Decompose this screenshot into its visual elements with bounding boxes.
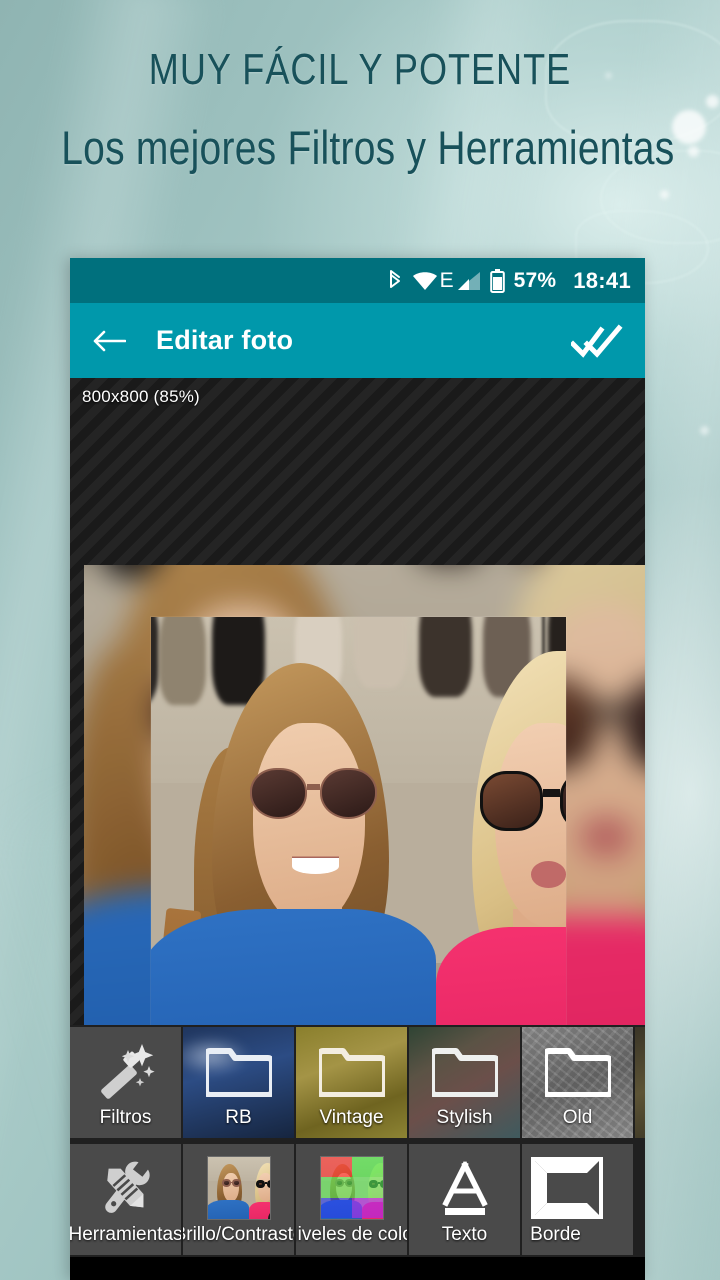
border-frame-icon [522,1152,633,1223]
filter-item-label: Stylish [436,1107,493,1128]
tool-item-herramientas[interactable]: Herramientas [70,1144,181,1255]
double-check-icon[interactable] [571,322,623,360]
background-bokeh [660,190,669,199]
promo-text-block: MUY FÁCIL Y POTENTE Los mejores Filtros … [0,45,720,174]
color-levels-thumb-icon [296,1152,407,1223]
photo-selection-area[interactable] [151,617,566,1025]
tools-row[interactable]: Herramientas rillo/Contrast iveles de co… [70,1142,645,1257]
resolution-label: 800x800 (85%) [82,387,200,406]
filters-row[interactable]: Filtros RB Vintage Stylish Old [70,1025,645,1140]
network-type-label: E [439,268,454,292]
background-bokeh [700,426,709,435]
signal-icon [457,271,481,291]
tool-item-label: Borde [530,1224,581,1245]
promo-subheadline: Los mejores Filtros y Herramientas [61,121,675,174]
filter-item-label: Filtros [99,1107,152,1128]
wifi-icon [412,271,438,291]
photo-scene-sharp [151,617,566,1025]
filter-item-filtros[interactable]: Filtros [70,1027,181,1138]
text-a-icon [409,1152,520,1223]
wrench-pencil-icon [70,1152,181,1223]
filter-item-g[interactable]: G [635,1027,645,1138]
photo-preview[interactable] [84,565,645,1025]
filter-item-label: Old [562,1107,593,1128]
app-bar: Editar foto [70,303,645,378]
promo-headline: MUY FÁCIL Y POTENTE [148,45,572,94]
phone-screenshot: E 57% 18:41 Editar foto 800x800 (85%) Fi… [70,258,645,1280]
folder-icon [635,1035,645,1106]
back-arrow-icon[interactable] [92,328,126,354]
filter-item-old[interactable]: Old [522,1027,633,1138]
editor-canvas[interactable]: 800x800 (85%) [70,378,645,1025]
folder-icon [409,1035,520,1106]
filter-item-label: Vintage [319,1107,384,1128]
battery-icon [489,268,505,293]
folder-icon [183,1035,294,1106]
filter-item-rb[interactable]: RB [183,1027,294,1138]
tool-item-niveles-de-color[interactable]: Niveles de color [296,1144,407,1255]
filter-item-vintage[interactable]: Vintage [296,1027,407,1138]
magic-wand-icon [70,1035,181,1106]
filter-item-stylish[interactable]: Stylish [409,1027,520,1138]
bluetooth-icon [387,269,403,293]
tool-item-texto[interactable]: Texto [409,1144,520,1255]
filter-item-label: RB [225,1107,252,1128]
tool-item-label: Brillo/Contraste [183,1224,294,1245]
status-clock: 18:41 [573,267,631,293]
folder-icon [522,1035,633,1106]
status-bar: E 57% 18:41 [70,258,645,303]
tool-item-label: Niveles de color [296,1224,407,1245]
battery-percent: 57% [513,268,557,292]
tool-item-brillo-contraste[interactable]: Brillo/Contraste [183,1144,294,1255]
tool-item-label: Texto [441,1224,488,1245]
folder-icon [296,1035,407,1106]
tool-item-label: Herramientas [70,1224,181,1245]
photo-thumb-icon [183,1152,294,1223]
tool-item-borde[interactable]: Borde [522,1144,633,1255]
page-title: Editar foto [156,325,294,355]
editor-toolbars: Filtros RB Vintage Stylish Old Herramien… [70,1025,645,1257]
